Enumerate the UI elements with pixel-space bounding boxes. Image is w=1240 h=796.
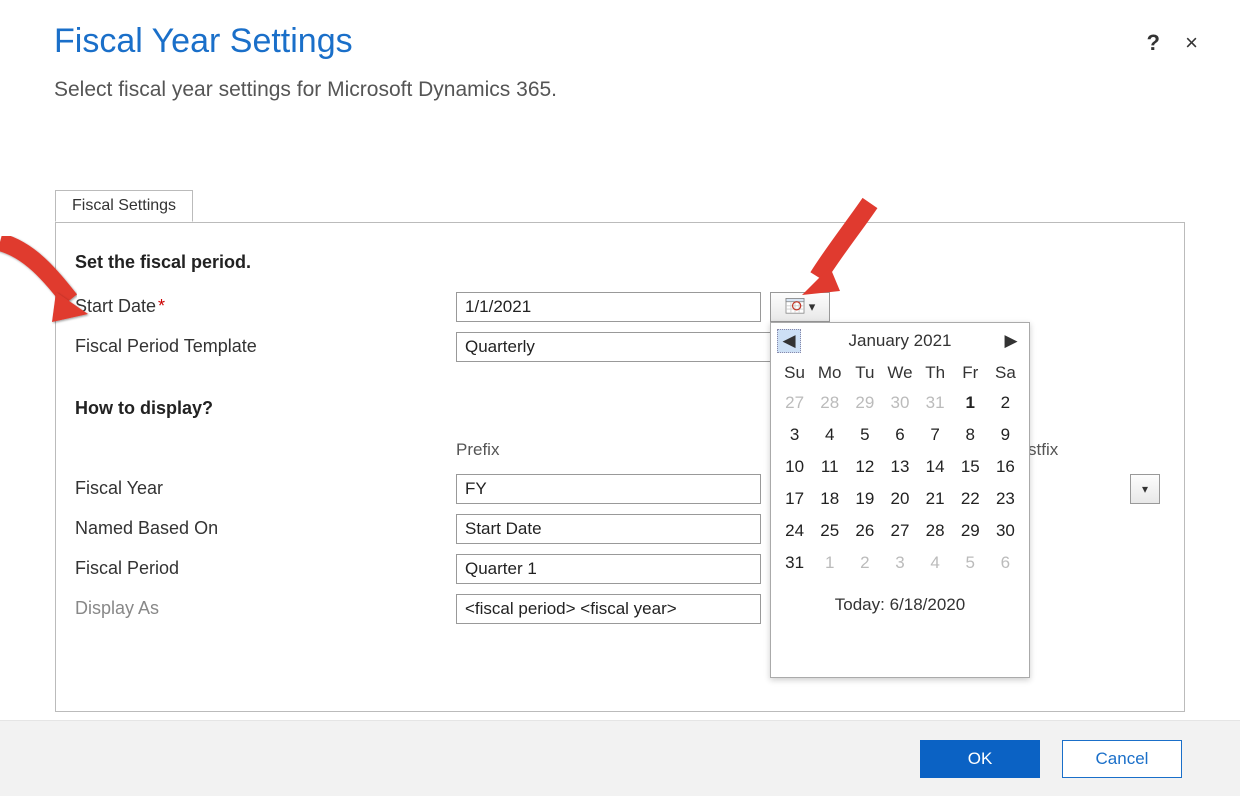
label-fiscal-year: Fiscal Year [75,478,163,499]
calendar-day[interactable]: 29 [847,387,882,419]
calendar-weekday-header: Sa [988,359,1023,387]
calendar-month-title[interactable]: January 2021 [801,331,999,351]
annotation-arrow-start-date [0,230,90,330]
calendar-day[interactable]: 27 [882,515,917,547]
calendar-prev-month[interactable]: ◀ [777,329,801,353]
calendar-day[interactable]: 8 [953,419,988,451]
calendar-day[interactable]: 22 [953,483,988,515]
tab-fiscal-settings[interactable]: Fiscal Settings [55,190,193,222]
postfix-dropdown[interactable]: ▾ [1130,474,1160,504]
calendar-day[interactable]: 5 [847,419,882,451]
calendar-weekday-header: Tu [847,359,882,387]
calendar-day[interactable]: 16 [988,451,1023,483]
calendar-day[interactable]: 26 [847,515,882,547]
calendar-day[interactable]: 17 [777,483,812,515]
calendar-day[interactable]: 25 [812,515,847,547]
calendar-today-link[interactable]: Today: 6/18/2020 [771,579,1029,625]
calendar-day[interactable]: 30 [988,515,1023,547]
label-prefix: Prefix [456,440,499,460]
calendar-day[interactable]: 24 [777,515,812,547]
date-picker-popup: ◀ January 2021 ▶ SuMoTuWeThFrSa272829303… [770,322,1030,678]
annotation-arrow-datepicker [800,195,900,305]
calendar-day[interactable]: 3 [777,419,812,451]
calendar-day[interactable]: 21 [918,483,953,515]
cancel-button[interactable]: Cancel [1062,740,1182,778]
fiscal-year-prefix-input[interactable] [456,474,761,504]
ok-button[interactable]: OK [920,740,1040,778]
label-fiscal-period: Fiscal Period [75,558,179,579]
page-subtitle: Select fiscal year settings for Microsof… [54,78,557,102]
calendar-day[interactable]: 18 [812,483,847,515]
calendar-day[interactable]: 14 [918,451,953,483]
calendar-day[interactable]: 12 [847,451,882,483]
calendar-day[interactable]: 7 [918,419,953,451]
calendar-day[interactable]: 15 [953,451,988,483]
label-postfix: stfix [1028,440,1058,460]
calendar-day[interactable]: 29 [953,515,988,547]
calendar-day[interactable]: 13 [882,451,917,483]
calendar-weekday-header: We [882,359,917,387]
named-based-on-select[interactable] [456,514,761,544]
calendar-day[interactable]: 1 [812,547,847,579]
section-set-period: Set the fiscal period. [75,252,251,273]
calendar-day[interactable]: 4 [918,547,953,579]
calendar-day[interactable]: 6 [988,547,1023,579]
start-date-input[interactable] [456,292,761,322]
calendar-weekday-header: Su [777,359,812,387]
help-icon[interactable]: ? [1147,30,1160,56]
label-named-based-on: Named Based On [75,518,218,539]
calendar-weekday-header: Fr [953,359,988,387]
display-as-select[interactable] [456,594,761,624]
calendar-weekday-header: Mo [812,359,847,387]
calendar-day[interactable]: 28 [812,387,847,419]
calendar-day[interactable]: 3 [882,547,917,579]
page-title: Fiscal Year Settings [54,22,353,61]
label-display-as: Display As [75,598,159,619]
calendar-day[interactable]: 31 [777,547,812,579]
calendar-day[interactable]: 2 [988,387,1023,419]
calendar-day[interactable]: 4 [812,419,847,451]
calendar-day[interactable]: 31 [918,387,953,419]
calendar-day[interactable]: 6 [882,419,917,451]
calendar-day[interactable]: 9 [988,419,1023,451]
close-icon[interactable]: × [1185,30,1198,56]
calendar-day[interactable]: 23 [988,483,1023,515]
calendar-day[interactable]: 20 [882,483,917,515]
calendar-weekday-header: Th [918,359,953,387]
calendar-day[interactable]: 27 [777,387,812,419]
calendar-day[interactable]: 2 [847,547,882,579]
calendar-next-month[interactable]: ▶ [999,329,1023,353]
calendar-day[interactable]: 11 [812,451,847,483]
calendar-day[interactable]: 5 [953,547,988,579]
calendar-day[interactable]: 1 [953,387,988,419]
section-how-display: How to display? [75,398,213,419]
template-select[interactable] [456,332,794,362]
calendar-grid: SuMoTuWeThFrSa27282930311234567891011121… [771,359,1029,579]
calendar-day[interactable]: 19 [847,483,882,515]
footer-bar [0,720,1240,796]
fiscal-period-select[interactable] [456,554,761,584]
calendar-day[interactable]: 10 [777,451,812,483]
label-template: Fiscal Period Template [75,336,257,357]
calendar-day[interactable]: 28 [918,515,953,547]
calendar-day[interactable]: 30 [882,387,917,419]
